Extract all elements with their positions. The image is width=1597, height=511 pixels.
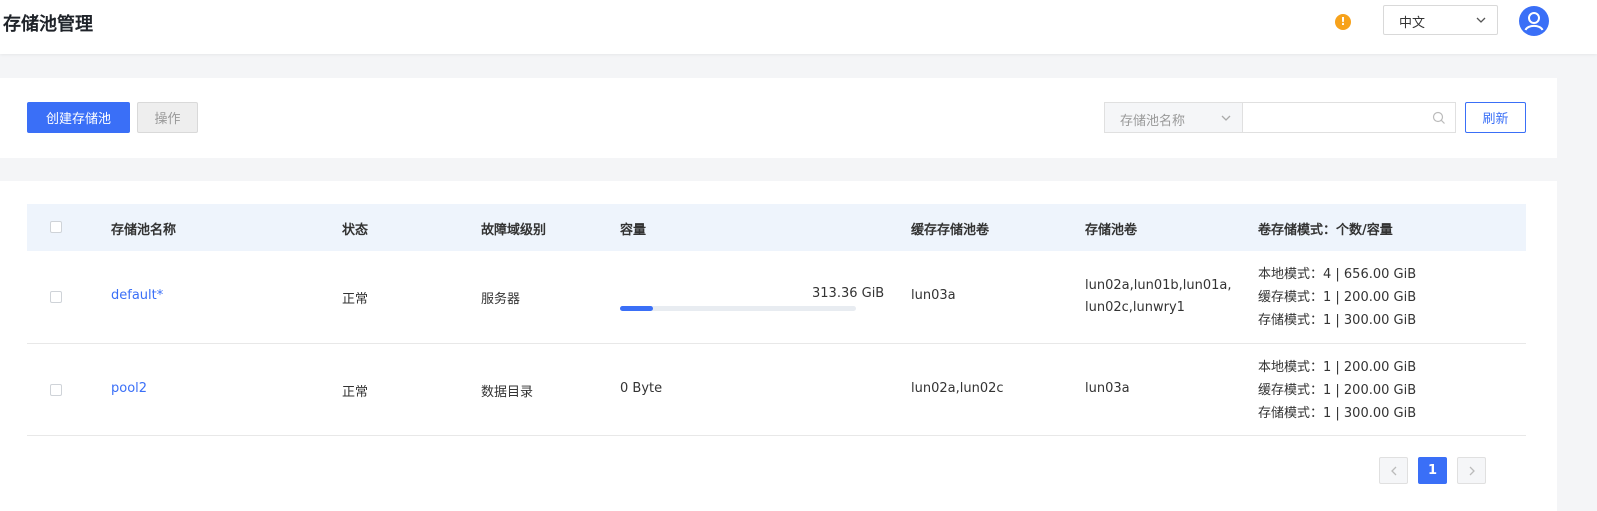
create-pool-button[interactable]: 创建存储池 [27,102,130,133]
fault-domain-text: 服务器 [481,292,521,307]
select-all-checkbox[interactable] [50,221,62,233]
mode-cache-line: 缓存模式：1 | 200.00 GiB [1258,383,1417,398]
table-row: default* 正常 服务器 313.36 GiB lun03a lun02a… [27,251,1526,344]
page-number-current[interactable]: 1 [1418,457,1447,484]
column-header-volume-mode: 卷存储模式：个数/容量 [1258,223,1393,238]
actions-button[interactable]: 操作 [137,102,198,133]
language-select-value: 中文 [1399,16,1426,31]
search-field-select-value: 存储池名称 [1120,114,1186,129]
capacity-progress-bar [620,306,856,311]
language-select[interactable]: 中文 [1383,5,1498,35]
chevron-left-icon [1391,466,1397,476]
column-header-name: 存储池名称 [111,223,177,238]
table-row: pool2 正常 数据目录 0 Byte lun02a,lun02c lun03… [27,344,1526,436]
prev-page-button[interactable] [1379,457,1408,484]
toolbar: 创建存储池 操作 存储池名称 刷新 [0,78,1557,158]
row-checkbox[interactable] [50,291,62,303]
chevron-down-icon [1221,115,1231,121]
search-field-select[interactable]: 存储池名称 [1104,102,1243,133]
mode-storage-line: 存储模式：1 | 300.00 GiB [1258,406,1417,421]
mode-local-line: 本地模式：4 | 656.00 GiB [1258,267,1417,282]
column-header-fault-domain: 故障域级别 [481,223,547,238]
top-header: 存储池管理 ! 中文 [0,0,1597,54]
user-avatar-icon[interactable] [1519,6,1549,36]
search-icon[interactable] [1432,111,1446,125]
column-header-cache-volumes: 缓存存储池卷 [911,223,990,238]
pool-name-link[interactable]: pool2 [111,381,147,396]
chevron-down-icon [1476,17,1486,23]
refresh-button[interactable]: 刷新 [1465,102,1526,133]
table-header: 存储池名称 状态 故障域级别 容量 缓存存储池卷 存储池卷 卷存储模式：个数/容… [27,204,1526,251]
status-text: 正常 [342,385,369,400]
pool-volumes-line: lun02a,lun01b,lun01a, [1085,278,1232,293]
capacity-text: 313.36 GiB [812,286,885,301]
pool-volumes-line: lun02c,lunwry1 [1085,300,1185,315]
next-page-button[interactable] [1457,457,1486,484]
status-text: 正常 [342,292,369,307]
mode-cache-line: 缓存模式：1 | 200.00 GiB [1258,290,1417,305]
cache-volumes-text: lun03a [911,288,956,303]
column-header-pool-volumes: 存储池卷 [1085,223,1138,238]
page-title: 存储池管理 [3,14,93,35]
pool-volumes-text: lun02a,lun01b,lun01a, lun02c,lunwry1 [1085,275,1231,319]
search-box [1242,102,1456,133]
column-header-status: 状态 [342,223,369,238]
fault-domain-text: 数据目录 [481,385,534,400]
capacity-text: 0 Byte [620,381,663,396]
volume-mode-text: 本地模式：1 | 200.00 GiB 缓存模式：1 | 200.00 GiB … [1258,356,1416,425]
search-input[interactable] [1249,107,1429,129]
pool-name-link[interactable]: default* [111,288,163,303]
alert-circle-icon[interactable]: ! [1335,14,1351,30]
column-header-capacity: 容量 [620,223,647,238]
chevron-right-icon [1469,466,1475,476]
pool-volumes-text: lun03a [1085,381,1130,396]
volume-mode-text: 本地模式：4 | 656.00 GiB 缓存模式：1 | 200.00 GiB … [1258,263,1416,332]
mode-storage-line: 存储模式：1 | 300.00 GiB [1258,313,1417,328]
mode-local-line: 本地模式：1 | 200.00 GiB [1258,360,1417,375]
capacity-progress-fill [620,306,654,311]
row-checkbox[interactable] [50,384,62,396]
cache-volumes-text: lun02a,lun02c [911,381,1004,396]
pool-table: 存储池名称 状态 故障域级别 容量 缓存存储池卷 存储池卷 卷存储模式：个数/容… [0,181,1557,511]
